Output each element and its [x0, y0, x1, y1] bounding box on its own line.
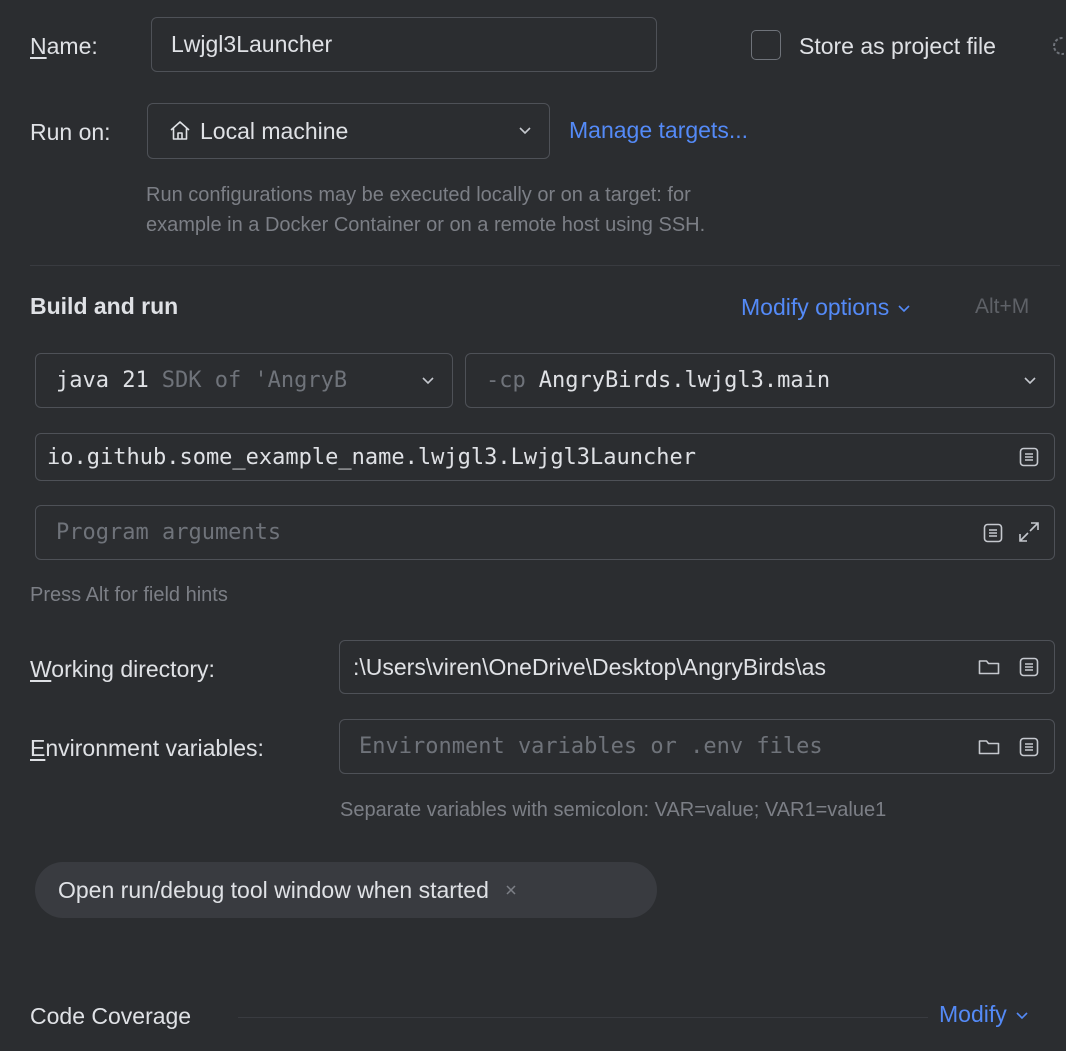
home-icon	[168, 119, 192, 143]
environment-variables-label: Environment variables:	[30, 735, 264, 762]
code-coverage-modify-label: Modify	[939, 1001, 1007, 1027]
chevron-down-icon	[897, 301, 911, 315]
working-directory-input[interactable]	[353, 653, 953, 681]
code-coverage-divider	[238, 1017, 928, 1018]
section-divider	[30, 265, 1060, 266]
open-run-debug-tool-window-option: Open run/debug tool window when started	[35, 862, 657, 918]
working-directory-label-rest: orking directory:	[51, 656, 215, 682]
run-on-label: Run on:	[30, 119, 111, 145]
environment-variables-input[interactable]	[359, 734, 949, 759]
name-field[interactable]	[151, 17, 657, 72]
environment-variables-label-mnemonic: E	[30, 735, 46, 761]
modify-options-shortcut: Alt+M	[975, 295, 1030, 318]
chevron-down-icon	[1022, 372, 1038, 393]
chevron-down-icon	[1015, 1008, 1029, 1022]
program-arguments-field[interactable]	[35, 505, 1055, 560]
option-chip-label: Open run/debug tool window when started	[58, 876, 489, 903]
run-on-hint-line1: Run configurations may be executed local…	[146, 184, 691, 206]
store-as-project-file-label[interactable]: Store as project file	[799, 33, 996, 60]
main-class-field[interactable]	[35, 433, 1055, 481]
chevron-down-icon	[420, 372, 436, 393]
name-label-rest: ame:	[46, 33, 98, 59]
document-icon[interactable]	[1016, 654, 1042, 680]
close-icon[interactable]	[501, 877, 521, 903]
classpath-module-value: AngryBirds.lwjgl3.main	[538, 368, 831, 393]
gear-icon[interactable]	[1050, 34, 1066, 63]
modify-options-label: Modify options	[741, 294, 890, 320]
working-directory-field[interactable]	[339, 640, 1055, 694]
build-and-run-title: Build and run	[30, 293, 179, 319]
environment-variables-field[interactable]	[339, 719, 1055, 774]
name-input[interactable]	[171, 31, 656, 58]
working-directory-label: Working directory:	[30, 656, 215, 683]
program-arguments-input[interactable]	[56, 520, 1054, 545]
name-label-mnemonic: N	[30, 33, 47, 59]
classpath-module-dropdown[interactable]: -cp AngryBirds.lwjgl3.main	[465, 353, 1055, 408]
code-coverage-modify-link[interactable]: Modify	[939, 1001, 1029, 1028]
environment-variables-hint: Separate variables with semicolon: VAR=v…	[340, 799, 887, 821]
field-hint-text: Press Alt for field hints	[30, 584, 228, 606]
run-on-target-value: Local machine	[200, 117, 349, 144]
manage-targets-link[interactable]: Manage targets...	[569, 117, 748, 144]
jre-value: java 21	[56, 368, 149, 393]
document-icon[interactable]	[1016, 444, 1042, 470]
working-directory-label-mnemonic: W	[30, 656, 52, 682]
code-coverage-title: Code Coverage	[30, 1003, 192, 1029]
store-as-project-file-checkbox[interactable]	[751, 30, 781, 60]
folder-icon[interactable]	[976, 734, 1002, 760]
document-icon[interactable]	[1016, 734, 1042, 760]
run-on-hint-line2: example in a Docker Container or on a re…	[146, 214, 706, 236]
chevron-down-icon	[517, 122, 533, 143]
folder-icon[interactable]	[976, 654, 1002, 680]
run-configuration-panel: Name: Store as project file Run on: Loca…	[0, 0, 1066, 1051]
environment-variables-label-rest: nvironment variables:	[45, 735, 264, 761]
classpath-prefix: -cp	[486, 368, 526, 393]
document-icon[interactable]	[980, 520, 1006, 546]
jre-dropdown[interactable]: java 21 SDK of 'AngryB	[35, 353, 453, 408]
expand-icon[interactable]	[1016, 519, 1042, 545]
jre-hint: SDK of 'AngryB	[161, 368, 348, 393]
name-label: Name:	[30, 33, 98, 60]
run-on-dropdown[interactable]: Local machine	[147, 103, 550, 159]
modify-options-link[interactable]: Modify options	[741, 294, 911, 321]
main-class-input[interactable]	[47, 444, 1054, 470]
